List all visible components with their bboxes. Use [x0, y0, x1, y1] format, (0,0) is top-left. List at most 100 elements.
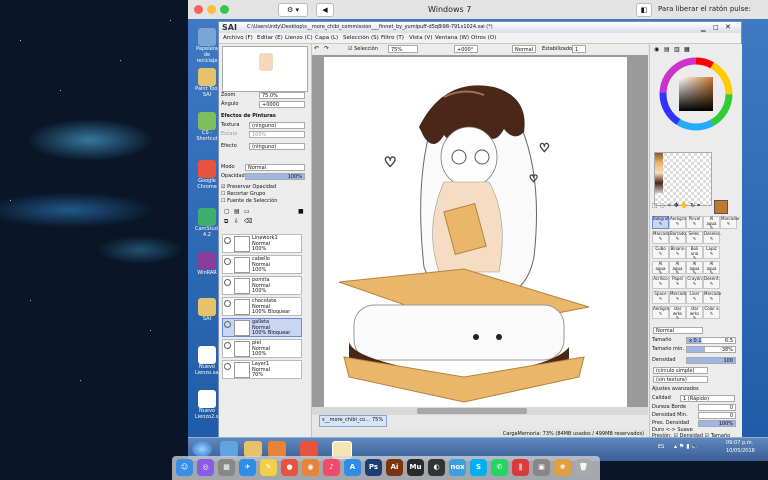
eye-icon[interactable] — [224, 279, 231, 286]
layer-mode-select[interactable]: Normal — [245, 164, 305, 171]
rgb-slider-icon[interactable]: ▤ — [664, 46, 670, 53]
selection-checkbox[interactable]: ☑ Selección — [348, 44, 378, 54]
brush-tool-button[interactable]: Lapiz ✎ — [703, 246, 720, 259]
min-density-slider[interactable]: 0 — [698, 412, 736, 419]
undo-icon[interactable]: ↶ — [314, 45, 319, 52]
menu-item[interactable]: Ventana (W) — [435, 33, 469, 43]
dock-app-icon[interactable]: ∥ — [512, 459, 529, 476]
zoom-window-button[interactable] — [220, 5, 229, 14]
menu-item[interactable]: Selección (S) — [343, 33, 379, 43]
merge-down-icon[interactable]: ⇩ — [234, 218, 239, 225]
marquee-icon[interactable]: ⬚ — [652, 202, 658, 209]
document-tab[interactable]: s__more_chibi_co... 75% — [319, 415, 387, 427]
mac-window-titlebar[interactable]: ⚙ ▾ ◀ Windows 7 ◧ Para liberar el ratón … — [188, 0, 768, 32]
layer-option-checkbox[interactable]: ☐ Recortar Grupo — [221, 191, 265, 198]
menu-item[interactable]: Otros (O) — [471, 33, 496, 43]
brush-tool-button[interactable]: Acrílico ✎ — [652, 276, 669, 289]
brush-tool-button[interactable]: Mercado ✎ — [669, 291, 687, 304]
density-slider[interactable]: 100 — [686, 357, 736, 364]
close-window-button[interactable] — [194, 5, 203, 14]
media-player-taskbar-icon[interactable] — [268, 441, 286, 457]
eye-icon[interactable] — [224, 300, 231, 307]
canvas-area[interactable]: ♡ ♡ ♡ — [312, 55, 648, 415]
menu-item[interactable]: Editar (E) — [257, 33, 283, 43]
dock-app-icon[interactable]: 🗑 — [575, 459, 592, 476]
delete-layer-icon[interactable]: ■ — [298, 208, 304, 215]
paint-effects-header[interactable]: Efectos de Pinturas — [221, 113, 276, 120]
swatches-icon[interactable]: ▦ — [684, 46, 690, 53]
brush-tool-button[interactable]: Al agua ✎ — [686, 261, 703, 275]
brush-tool-button[interactable]: star wrks ✎ — [686, 306, 703, 320]
layer-option-checkbox[interactable]: ☐ Fuente de Selección — [221, 198, 277, 205]
clock-time[interactable]: 09:07 p.m. — [726, 440, 753, 446]
eye-icon[interactable] — [224, 237, 231, 244]
new-layer-icon[interactable]: ▢ — [224, 208, 230, 215]
brush-tool-button[interactable]: Al agua ✎ — [669, 261, 686, 275]
rotation-select[interactable]: +000° — [454, 45, 478, 53]
desktop-icon[interactable]: Google Chrome — [195, 160, 219, 190]
brush-tool-button[interactable]: star wrks ✎ — [669, 306, 686, 320]
close-icon[interactable]: ✕ — [725, 22, 731, 33]
brush-tool-button[interactable]: Color a ✎ — [703, 306, 720, 319]
brush-shape-select[interactable]: (círculo simple) — [653, 367, 708, 374]
dock-app-icon[interactable]: Mu — [407, 459, 424, 476]
explorer-taskbar-icon[interactable] — [244, 441, 262, 457]
brush-texture-select[interactable]: (sin textura) — [653, 376, 708, 383]
dock-app-icon[interactable]: ✈ — [239, 459, 256, 476]
ie-taskbar-icon[interactable] — [220, 441, 238, 457]
stabilizer-select[interactable]: 1 — [572, 45, 586, 53]
dock-app-icon[interactable]: Ps — [365, 459, 382, 476]
quality-select[interactable]: 1 (Rápido) — [680, 395, 735, 402]
desktop-icon[interactable]: WinRAR — [195, 252, 219, 276]
dock-app-icon[interactable]: A — [344, 459, 361, 476]
swatch-palette[interactable] — [654, 152, 712, 206]
dock-app-icon[interactable]: ◐ — [428, 459, 445, 476]
clear-layer-icon[interactable]: ⌫ — [244, 218, 252, 225]
eye-icon[interactable] — [224, 321, 231, 328]
desktop-icon[interactable]: SAI — [195, 298, 219, 322]
menu-item[interactable]: Archivo (F) — [223, 33, 253, 43]
dock-app-icon[interactable]: ◎ — [197, 459, 214, 476]
desktop-icon[interactable]: Nuevo Lienzo.sai — [195, 346, 220, 376]
dock-app-icon[interactable]: ◉ — [302, 459, 319, 476]
layer-item[interactable]: pomita Normal 100% — [222, 276, 302, 295]
brush-tool-button[interactable]: Aerógraf ✎ — [669, 216, 687, 229]
redo-icon[interactable]: ↷ — [324, 45, 329, 52]
horizontal-scroll-thumb[interactable] — [417, 408, 527, 414]
dock-app-icon[interactable]: ▦ — [218, 459, 235, 476]
layer-item[interactable]: cabello Normal 100% — [222, 255, 302, 274]
language-indicator[interactable]: ES — [658, 444, 664, 450]
layer-item[interactable]: chocolate Normal 100% Bloquear — [222, 297, 302, 316]
settings-menu-button[interactable]: ⚙ ▾ — [278, 3, 308, 17]
horizontal-scrollbar[interactable] — [312, 407, 648, 415]
recent-colors[interactable] — [655, 153, 663, 193]
clock-date[interactable]: 10/05/2018 — [726, 448, 755, 454]
lasso-icon[interactable]: ◌ — [660, 202, 665, 209]
min-size-slider[interactable]: 38% — [686, 346, 736, 353]
brush-tool-button[interactable]: Liner ✎ — [686, 291, 703, 304]
layer-item[interactable]: Layer1 Normal 70% — [222, 360, 302, 379]
dock-app-icon[interactable]: ● — [281, 459, 298, 476]
drawing-canvas[interactable]: ♡ ♡ ♡ — [324, 57, 627, 407]
eye-icon[interactable] — [224, 363, 231, 370]
wand-icon[interactable]: ✧ — [667, 202, 672, 209]
desktop-icon[interactable]: Nuevo Lienzo2.sai — [195, 390, 223, 420]
navigator-preview[interactable] — [222, 46, 308, 92]
brush-tool-button[interactable]: Al agua ✎ — [703, 216, 720, 230]
layer-item[interactable]: galleta Normal 100% Bloquear — [222, 318, 302, 337]
brush-tool-button[interactable]: Space ✎ — [652, 291, 669, 304]
eye-icon[interactable] — [224, 342, 231, 349]
scale-field[interactable]: 100% — [249, 131, 305, 138]
texture-select[interactable]: (ninguno) — [249, 122, 305, 129]
folder-icon[interactable]: ▭ — [244, 208, 250, 215]
screenshot-button[interactable]: ◧ — [636, 3, 652, 17]
dock-app-icon[interactable]: ☺ — [176, 459, 193, 476]
back-button[interactable]: ◀ — [316, 3, 334, 17]
brush-tool-button[interactable]: Crayón ✎ — [686, 276, 703, 289]
copy-layer-icon[interactable]: ⧉ — [224, 218, 228, 226]
blend-mode-select[interactable]: Normal — [512, 45, 536, 53]
brush-tool-button[interactable]: Boli una ✎ — [686, 246, 703, 260]
brush-tool-button[interactable]: Al agua ✎ — [703, 261, 720, 275]
desktop-icon[interactable]: CS - Shortcut — [195, 112, 219, 142]
move-icon[interactable]: ✥ — [674, 202, 679, 209]
